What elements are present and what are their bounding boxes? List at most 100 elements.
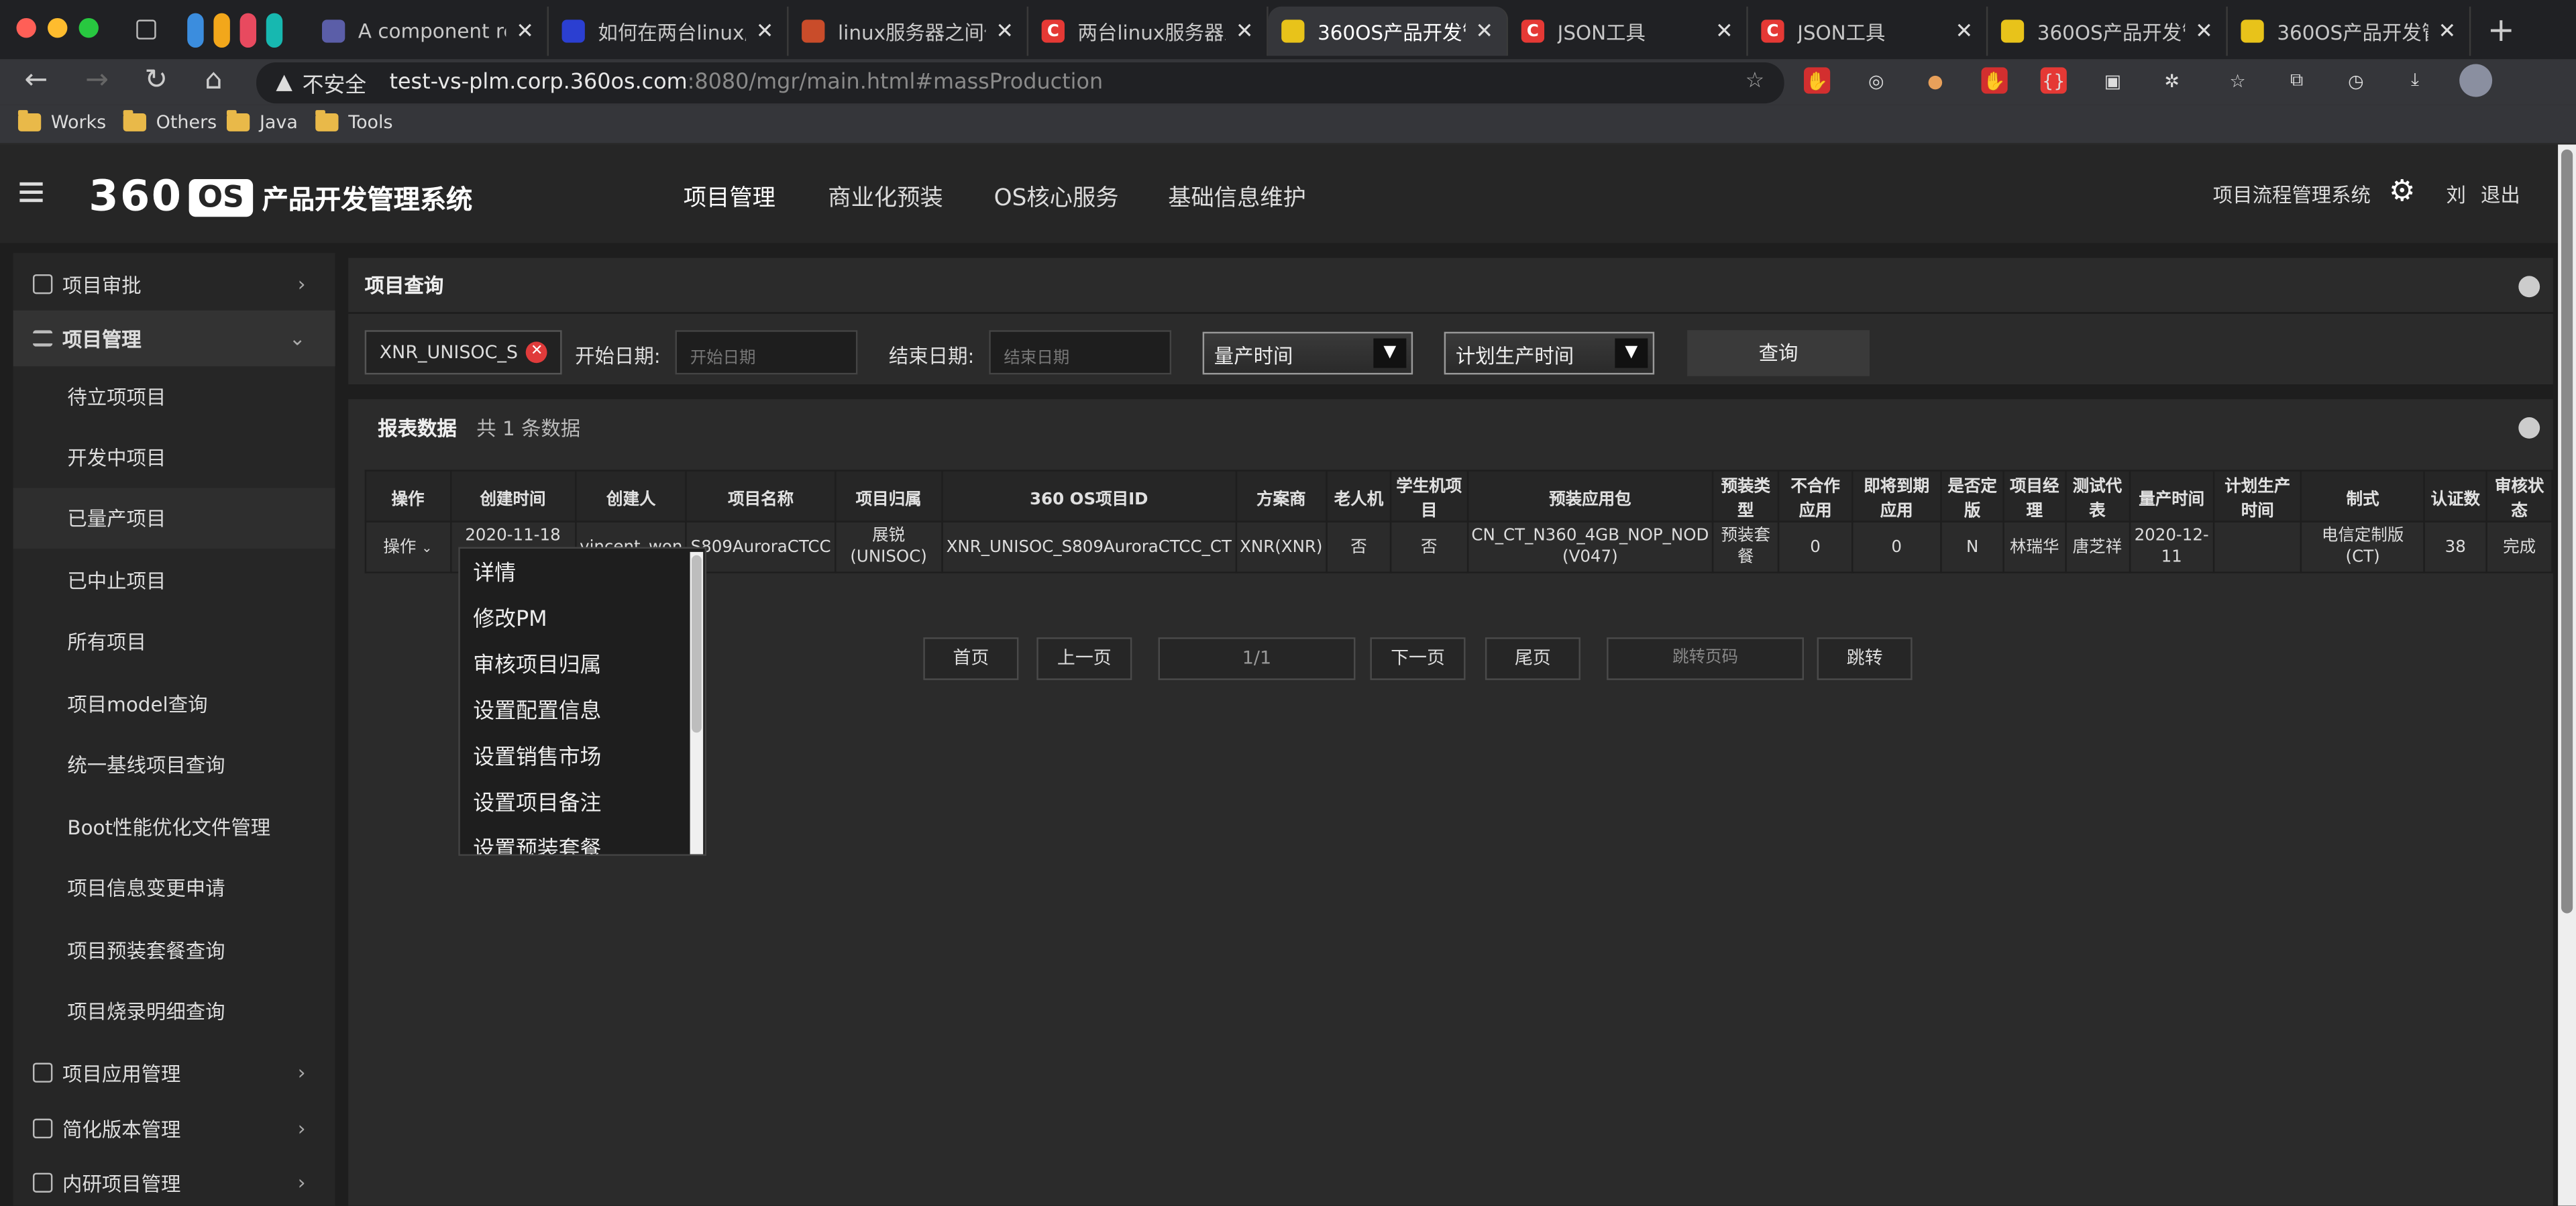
pinned-tab-icon[interactable]: [213, 13, 230, 48]
close-tab-icon[interactable]: ✕: [1955, 19, 1974, 44]
column-header[interactable]: 老人机: [1326, 470, 1392, 523]
close-tab-icon[interactable]: ✕: [1475, 19, 1493, 44]
extension-adblock-icon[interactable]: ✋: [1804, 67, 1831, 94]
pinned-tab-icon[interactable]: [187, 13, 204, 48]
bookmark-works[interactable]: Works: [17, 110, 106, 133]
tab-overview-icon[interactable]: [136, 19, 156, 40]
operation-dropdown[interactable]: 操作: [383, 538, 416, 556]
column-header[interactable]: 项目经理: [2002, 470, 2066, 523]
menu-item[interactable]: 设置销售市场: [473, 739, 601, 771]
column-header[interactable]: 项目归属: [834, 470, 943, 523]
jump-page-input[interactable]: 跳转页码: [1607, 637, 1805, 680]
menu-item[interactable]: 审核项目归属: [473, 647, 601, 679]
sidebar-subitem[interactable]: 项目model查询: [13, 673, 335, 734]
user-name[interactable]: 刘: [2447, 180, 2466, 209]
close-tab-icon[interactable]: ✕: [1715, 19, 1733, 44]
first-page-button[interactable]: 首页: [923, 637, 1019, 680]
sidebar-subitem[interactable]: 已中止项目: [13, 550, 335, 611]
browser-tab[interactable]: C JSON工具 ✕: [1508, 6, 1748, 56]
query-button[interactable]: 查询: [1687, 330, 1870, 376]
sidebar-subitem[interactable]: 项目预装套餐查询: [13, 920, 335, 981]
sidebar-subitem[interactable]: 已量产项目: [13, 488, 335, 549]
last-page-button[interactable]: 尾页: [1485, 637, 1580, 680]
sidebar-item-project-management[interactable]: 项目管理 ⌄: [13, 310, 335, 367]
column-header[interactable]: 预装应用包: [1466, 470, 1714, 523]
close-tab-icon[interactable]: ✕: [2438, 19, 2457, 44]
column-header[interactable]: 360 OS项目ID: [941, 470, 1237, 523]
nav-base-info-maintenance[interactable]: 基础信息维护: [1168, 180, 1306, 213]
sidebar-subitem[interactable]: Boot性能优化文件管理: [13, 797, 335, 858]
column-header[interactable]: 审核状态: [2485, 470, 2553, 523]
column-header[interactable]: 认证数: [2423, 470, 2487, 523]
bookmark-others[interactable]: Others: [123, 110, 217, 133]
browser-tab[interactable]: C JSON工具 ✕: [1748, 6, 1988, 56]
project-name-link[interactable]: S809AuroraCTCC: [686, 520, 836, 573]
column-header[interactable]: 学生机项目: [1390, 470, 1468, 523]
column-header[interactable]: 方案商: [1234, 470, 1328, 523]
column-header[interactable]: 即将到期应用: [1851, 470, 1942, 523]
remove-tag-icon[interactable]: ✕: [526, 341, 548, 364]
package-link[interactable]: CN_CT_N360_4GB_NOP_NOD (V047): [1466, 520, 1714, 573]
column-header[interactable]: 测试代表: [2064, 470, 2131, 523]
url-bar[interactable]: ▲ 不安全 test-vs-plm.corp.360os.com :8080/m…: [256, 62, 1784, 104]
collapse-icon[interactable]: [2518, 417, 2540, 439]
minimize-window-button[interactable]: [48, 17, 68, 38]
browser-tab[interactable]: 360OS产品开发管理 ✕: [2228, 6, 2471, 56]
sidebar-item-approval[interactable]: 项目审批 ›: [13, 256, 335, 312]
close-tab-icon[interactable]: ✕: [2195, 19, 2213, 44]
sidebar-subitem[interactable]: 开发中项目: [13, 427, 335, 488]
plan-time-select[interactable]: 计划生产时间 ▼: [1444, 331, 1655, 375]
browser-tab[interactable]: 360OS产品开发管理 ✕: [1268, 6, 1509, 56]
browser-tab[interactable]: A component requi ✕: [309, 6, 549, 56]
sidebar-subitem[interactable]: 所有项目: [13, 611, 335, 672]
close-tab-icon[interactable]: ✕: [1236, 19, 1254, 44]
sidebar-item-internal-projects[interactable]: 内研项目管理 ›: [13, 1155, 335, 1206]
column-header[interactable]: 制式: [2300, 470, 2426, 523]
column-header[interactable]: 计划生产时间: [2212, 470, 2302, 523]
collections-icon[interactable]: ⧉: [2284, 67, 2310, 93]
browser-tab[interactable]: 360OS产品开发管理 ✕: [1988, 6, 2228, 56]
profile-avatar[interactable]: [2459, 64, 2493, 97]
nav-project-management[interactable]: 项目管理: [684, 180, 775, 213]
sidebar-subitem[interactable]: 待立项项目: [13, 366, 335, 427]
extension-json-icon[interactable]: {}: [2040, 67, 2067, 94]
browser-tab[interactable]: C 两台linux服务器之间 ✕: [1028, 6, 1269, 56]
page-scroll-thumb[interactable]: [2561, 149, 2573, 914]
sidebar-subitem[interactable]: 统一基线项目查询: [13, 734, 335, 796]
column-header[interactable]: 创建时间: [449, 470, 577, 523]
forward-icon[interactable]: →: [79, 64, 115, 97]
date-type-select[interactable]: 量产时间 ▼: [1202, 331, 1413, 375]
gear-icon[interactable]: ⚙: [2389, 176, 2418, 207]
reload-icon[interactable]: ↻: [138, 64, 174, 97]
logout-link[interactable]: 退出: [2481, 180, 2520, 209]
column-header[interactable]: 量产时间: [2128, 470, 2215, 523]
column-header[interactable]: 是否定版: [1940, 470, 2005, 523]
new-tab-button[interactable]: +: [2487, 10, 2515, 50]
page-scrollbar[interactable]: [2558, 144, 2576, 1206]
menu-item[interactable]: 详情: [473, 555, 516, 587]
extension-screen-icon[interactable]: ▣: [2100, 67, 2126, 93]
start-date-input[interactable]: 开始日期: [675, 330, 858, 375]
next-page-button[interactable]: 下一页: [1370, 637, 1466, 680]
end-date-input[interactable]: 结束日期: [989, 330, 1172, 375]
extension-glasses-icon[interactable]: ◎: [1863, 67, 1889, 93]
menu-item[interactable]: 设置项目备注: [473, 785, 601, 816]
home-icon[interactable]: ⌂: [195, 64, 231, 97]
bookmark-tools[interactable]: Tools: [315, 110, 393, 133]
maximize-window-button[interactable]: [78, 17, 99, 38]
close-tab-icon[interactable]: ✕: [756, 19, 774, 44]
extension-fox-icon[interactable]: ●: [1922, 67, 1948, 93]
sidebar-subitem[interactable]: 项目烧录明细查询: [13, 981, 335, 1042]
nav-os-core-services[interactable]: OS核心服务: [994, 180, 1119, 213]
prev-page-button[interactable]: 上一页: [1036, 637, 1132, 680]
column-header[interactable]: 不合作应用: [1777, 470, 1854, 523]
flow-system-link[interactable]: 项目流程管理系统: [2213, 180, 2371, 209]
downloads-icon[interactable]: ⤓: [2402, 67, 2428, 93]
jump-button[interactable]: 跳转: [1817, 637, 1913, 680]
sidebar-item-app-management[interactable]: 项目应用管理 ›: [13, 1045, 335, 1101]
history-icon[interactable]: ◷: [2343, 67, 2369, 93]
close-window-button[interactable]: [16, 17, 36, 38]
operation-cell[interactable]: 操作 ⌄: [364, 520, 451, 573]
nav-commercial-preload[interactable]: 商业化预装: [828, 180, 943, 213]
back-icon[interactable]: ←: [18, 64, 54, 97]
